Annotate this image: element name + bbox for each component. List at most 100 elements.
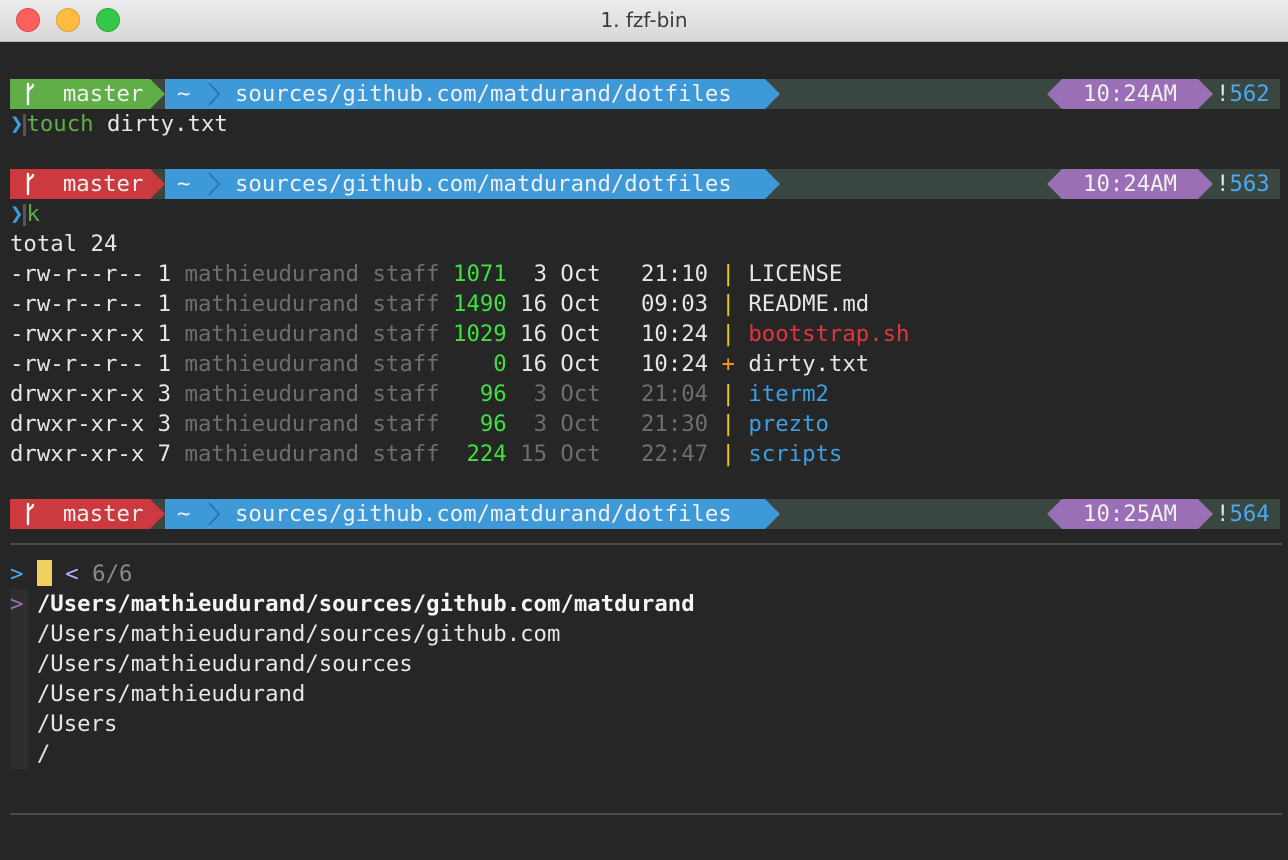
listing-row: drwxr-xr-x 7 mathieudurand staff 224 15 … xyxy=(10,439,842,469)
file-size: 96 xyxy=(453,411,521,437)
mod-month: Oct xyxy=(560,441,641,467)
fzf-query-line[interactable]: > < 6/6 xyxy=(10,559,132,589)
segment-arrow-icon xyxy=(1047,79,1062,109)
mod-month: Oct xyxy=(560,411,641,437)
git-status-marker: | xyxy=(721,261,749,287)
home-segment: ~ xyxy=(165,499,211,529)
permissions: -rw-r--r-- xyxy=(10,291,158,317)
path-separator-icon xyxy=(207,499,221,529)
git-branch-segment: master xyxy=(10,169,150,199)
owner: mathieudurand xyxy=(184,381,373,407)
file-size: 1071 xyxy=(453,261,521,287)
file-name: dirty.txt xyxy=(748,351,870,377)
listing-row: -rw-r--r-- 1 mathieudurand staff 0 16 Oc… xyxy=(10,349,869,379)
link-count: 1 xyxy=(157,351,185,377)
prompt-statusline: master ~ sources/github.com/matdurand/dotf… xyxy=(10,499,1280,529)
owner: mathieudurand xyxy=(184,351,373,377)
permissions: drwxr-xr-x xyxy=(10,411,158,437)
file-name: scripts xyxy=(748,441,843,467)
segment-arrow-icon xyxy=(765,499,780,529)
command-line[interactable]: ❯ k xyxy=(10,199,40,229)
fzf-match-count: 6/6 xyxy=(92,561,133,587)
mod-day: 3 xyxy=(520,261,561,287)
mod-day: 16 xyxy=(520,321,561,347)
group: staff xyxy=(372,261,454,287)
fzf-count-marker: < xyxy=(51,561,93,587)
file-name: bootstrap.sh xyxy=(748,321,910,347)
fzf-item[interactable]: /Users/mathieudurand/sources xyxy=(10,649,413,679)
segment-arrow-icon xyxy=(1198,79,1213,109)
segment-arrow-icon xyxy=(150,79,165,109)
cwd-path: sources/github.com/matdurand/dotfiles xyxy=(235,81,732,107)
segment-arrow-icon xyxy=(1198,499,1213,529)
fzf-input-cursor xyxy=(36,560,52,586)
group: staff xyxy=(372,351,454,377)
fzf-item-text: /Users xyxy=(36,711,118,737)
prompt-chevron-icon: ❯ xyxy=(10,111,24,137)
group: staff xyxy=(372,321,454,347)
path-segment: sources/github.com/matdurand/dotfiles xyxy=(211,499,765,529)
git-branch-icon xyxy=(20,501,36,527)
group: staff xyxy=(372,381,454,407)
mod-time: 10:24 xyxy=(640,351,722,377)
fzf-item[interactable]: > /Users/mathieudurand/sources/github.co… xyxy=(10,589,695,619)
fzf-item[interactable]: / xyxy=(10,739,50,769)
fzf-item-text: /Users/mathieudurand/sources/github.com xyxy=(36,621,561,647)
home-tilde: ~ xyxy=(177,81,191,107)
file-name: prezto xyxy=(748,411,829,437)
fzf-item-pad xyxy=(10,741,37,767)
git-branch-icon xyxy=(20,81,36,107)
listing-row: drwxr-xr-x 3 mathieudurand staff 96 3 Oc… xyxy=(10,379,829,409)
home-tilde: ~ xyxy=(177,501,191,527)
mod-month: Oct xyxy=(560,351,641,377)
window-title: 1. fzf-bin xyxy=(600,8,688,32)
fzf-item-pad xyxy=(10,681,37,707)
clock-segment: 10:24AM xyxy=(1062,169,1198,199)
path-segment: sources/github.com/matdurand/dotfiles xyxy=(211,169,765,199)
history-count: 562 xyxy=(1229,81,1270,107)
fzf-item[interactable]: /Users/mathieudurand/sources/github.com xyxy=(10,619,561,649)
permissions: drwxr-xr-x xyxy=(10,441,158,467)
history-number: !563 xyxy=(1216,169,1280,199)
cwd-path: sources/github.com/matdurand/dotfiles xyxy=(235,501,732,527)
home-tilde: ~ xyxy=(177,171,191,197)
cwd-path: sources/github.com/matdurand/dotfiles xyxy=(235,171,732,197)
listing-row: -rw-r--r-- 1 mathieudurand staff 1490 16… xyxy=(10,289,869,319)
permissions: -rw-r--r-- xyxy=(10,351,158,377)
fzf-item[interactable]: /Users/mathieudurand xyxy=(10,679,305,709)
link-count: 1 xyxy=(157,291,185,317)
history-bang: ! xyxy=(1216,171,1230,197)
permissions: -rw-r--r-- xyxy=(10,261,158,287)
path-separator-icon xyxy=(207,79,221,109)
git-status-marker: | xyxy=(721,321,749,347)
link-count: 7 xyxy=(157,441,185,467)
branch-name: master xyxy=(36,171,144,197)
git-status-marker: | xyxy=(721,291,749,317)
listing-row: drwxr-xr-x 3 mathieudurand staff 96 3 Oc… xyxy=(10,409,829,439)
command-name: k xyxy=(26,201,40,227)
fzf-item-text: /Users/mathieudurand xyxy=(36,681,306,707)
listing-total: total 24 xyxy=(10,231,118,257)
file-name: LICENSE xyxy=(748,261,843,287)
history-count: 563 xyxy=(1229,171,1270,197)
mod-day: 3 xyxy=(520,381,561,407)
clock-segment: 10:25AM xyxy=(1062,499,1198,529)
git-branch-segment: master xyxy=(10,499,150,529)
segment-arrow-icon xyxy=(150,169,165,199)
history-bang: ! xyxy=(1216,501,1230,527)
branch-name: master xyxy=(36,81,144,107)
branch-name: master xyxy=(36,501,144,527)
owner: mathieudurand xyxy=(184,321,373,347)
file-size: 1029 xyxy=(453,321,521,347)
file-size: 1490 xyxy=(453,291,521,317)
file-name: iterm2 xyxy=(748,381,829,407)
command-line[interactable]: ❯ touch dirty.txt xyxy=(10,109,228,139)
owner: mathieudurand xyxy=(184,291,373,317)
segment-arrow-icon xyxy=(150,499,165,529)
fzf-bottom-border xyxy=(10,813,1282,815)
owner: mathieudurand xyxy=(184,261,373,287)
git-status-marker: | xyxy=(721,381,749,407)
command-args: dirty.txt xyxy=(93,111,228,137)
mod-month: Oct xyxy=(560,261,641,287)
fzf-item[interactable]: /Users xyxy=(10,709,118,739)
